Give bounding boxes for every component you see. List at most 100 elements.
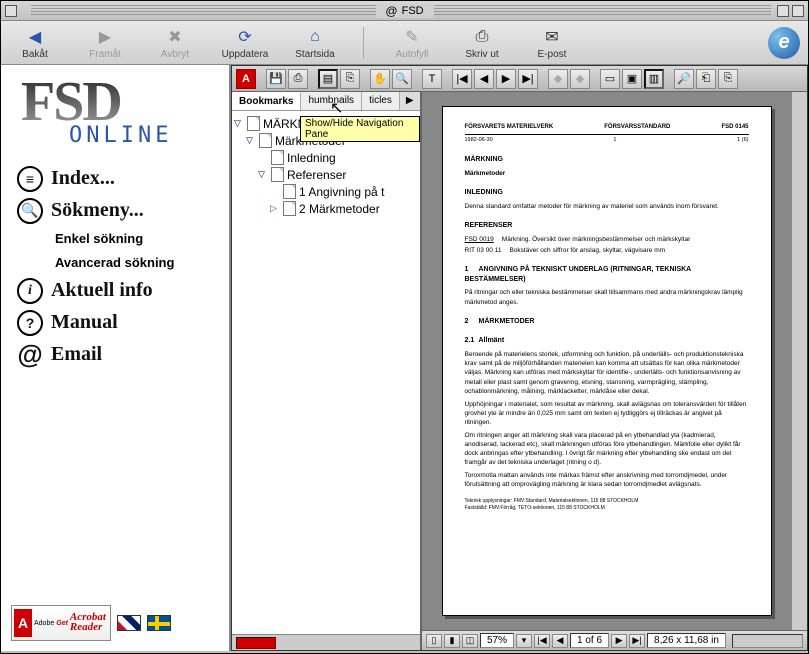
stop-icon: ✖ bbox=[164, 26, 186, 48]
prev-page-icon[interactable]: ◀ bbox=[474, 69, 494, 89]
history-fwd-icon[interactable]: ◆ bbox=[570, 69, 590, 89]
forward-button[interactable]: ▶ Framåt bbox=[79, 26, 131, 60]
stop-label: Avbryt bbox=[161, 49, 189, 60]
tree-toggle-icon[interactable]: ▽ bbox=[234, 118, 244, 129]
tab-articles[interactable]: ticles bbox=[362, 92, 400, 110]
autofill-button[interactable]: ✎ Autofyll bbox=[386, 26, 438, 60]
next-page-sb-icon[interactable]: ▶ bbox=[611, 634, 627, 648]
search-icon: 🔍 bbox=[17, 198, 43, 224]
search-icon[interactable]: ⎗ bbox=[696, 69, 716, 89]
next-page-icon[interactable]: ▶ bbox=[496, 69, 516, 89]
tab-thumbnails[interactable]: humbnails bbox=[301, 92, 362, 110]
actual-size-icon[interactable]: ▭ bbox=[600, 69, 620, 89]
sec-title: ANGIVNING PÅ TEKNISKT UNDERLAG (RITNINGA… bbox=[465, 266, 691, 283]
print-button[interactable]: ⎙ Skriv ut bbox=[456, 26, 508, 60]
doc-date: 1982-06-30 bbox=[465, 137, 493, 145]
doc-s21-p4: Toroxmotla mattan används inte märkas fr… bbox=[465, 471, 749, 489]
nav-manual[interactable]: ? Manual bbox=[17, 310, 213, 336]
document-scroll-area[interactable]: FÖRSVARETS MATERIELVERK FÖRSVARSSTANDARD… bbox=[422, 92, 791, 630]
sidebar-bottom: A Adobe Get Acrobat Reader bbox=[7, 601, 223, 645]
document-pane: FÖRSVARETS MATERIELVERK FÖRSVARSSTANDARD… bbox=[422, 92, 807, 650]
window-title-text: FSD bbox=[402, 5, 424, 17]
stop-button[interactable]: ✖ Avbryt bbox=[149, 26, 201, 60]
save-icon[interactable]: 💾 bbox=[266, 69, 286, 89]
mail-label: E-post bbox=[538, 49, 567, 60]
find-icon[interactable]: 🔎 bbox=[674, 69, 694, 89]
bookmark-item[interactable]: ▷ 2 Märkmetoder bbox=[234, 200, 418, 217]
doc-ref-text: Märkning. Översikt över märkningsbestämm… bbox=[502, 235, 691, 244]
bookmark-item[interactable]: 1 Angivning på t bbox=[234, 183, 418, 200]
window-close-box[interactable] bbox=[5, 5, 17, 17]
print-icon[interactable]: ⎙ bbox=[288, 69, 308, 89]
refresh-button[interactable]: ⟳ Uppdatera bbox=[219, 26, 271, 60]
back-icon: ◀ bbox=[24, 26, 46, 48]
tree-toggle-icon[interactable]: ▽ bbox=[246, 135, 256, 146]
doc-s1-p: På ritningar och eller tekniska bestämme… bbox=[465, 288, 749, 306]
page-field[interactable]: 1 of 6 bbox=[570, 633, 609, 648]
nav-search[interactable]: 🔍 Sökmeny... bbox=[17, 198, 213, 224]
mail-button[interactable]: ✉ E-post bbox=[526, 26, 578, 60]
nav-pane-toggle-icon[interactable]: ▤ bbox=[318, 69, 338, 89]
doc-s21-p1: Beroende på materielens storlek, utformn… bbox=[465, 350, 749, 395]
nav-email-label: Email bbox=[51, 343, 102, 366]
window-title: @ FSD bbox=[375, 4, 433, 18]
bookmark-page-icon bbox=[271, 167, 284, 182]
fsd-logo-main: FSD bbox=[21, 79, 209, 127]
first-page-sb-icon[interactable]: |◀ bbox=[534, 634, 550, 648]
vertical-scrollbar[interactable] bbox=[791, 92, 807, 630]
search-results-icon[interactable]: ⎘ bbox=[718, 69, 738, 89]
bookmark-item[interactable]: ▽ Referenser bbox=[234, 166, 418, 183]
back-button[interactable]: ◀ Bakåt bbox=[9, 26, 61, 60]
first-page-icon[interactable]: |◀ bbox=[452, 69, 472, 89]
bookmark-page-icon bbox=[259, 133, 272, 148]
nav-search-label: Sökmeny... bbox=[51, 199, 144, 222]
page-layout-icon[interactable]: ▯ bbox=[426, 634, 442, 648]
doc-ref-row: FSD 0019 Märkning. Översikt över märknin… bbox=[465, 235, 749, 244]
flag-uk-icon[interactable] bbox=[117, 615, 141, 631]
tab-scroll-icon[interactable]: ▶ bbox=[400, 92, 420, 110]
text-select-icon[interactable]: T bbox=[422, 69, 442, 89]
copy-icon[interactable]: ⎘ bbox=[340, 69, 360, 89]
nav-resize-handle[interactable] bbox=[236, 637, 276, 649]
acrobat-status-bar: ▯ ▮ ◫ 57% ▾ |◀ ◀ 1 of 6 ▶ ▶| 8,26 x 11,6… bbox=[422, 630, 807, 650]
info-icon: i bbox=[17, 278, 43, 304]
flag-sweden-icon[interactable] bbox=[147, 615, 171, 631]
adobe-logo-icon[interactable]: A bbox=[236, 69, 256, 89]
sec-num: 2 bbox=[465, 317, 479, 327]
acrobat-badge[interactable]: A Adobe Get Acrobat Reader bbox=[11, 605, 111, 641]
home-button[interactable]: ⌂ Startsida bbox=[289, 26, 341, 60]
page-layout-cont-icon[interactable]: ▮ bbox=[444, 634, 460, 648]
zoom-menu-icon[interactable]: ▾ bbox=[516, 634, 532, 648]
prev-page-sb-icon[interactable]: ◀ bbox=[552, 634, 568, 648]
hand-tool-icon[interactable]: ✋ bbox=[370, 69, 390, 89]
history-back-icon[interactable]: ◆ bbox=[548, 69, 568, 89]
sec-title: MÄRKMETODER bbox=[479, 318, 535, 325]
zoom-field[interactable]: 57% bbox=[480, 633, 514, 648]
page-layout-facing-icon[interactable]: ◫ bbox=[462, 634, 478, 648]
window-title-bar: @ FSD bbox=[1, 1, 808, 21]
forward-label: Framåt bbox=[89, 49, 121, 60]
last-page-sb-icon[interactable]: ▶| bbox=[629, 634, 645, 648]
fit-width-icon[interactable]: ▥ bbox=[644, 69, 664, 89]
zoom-tool-icon[interactable]: 🔍 bbox=[392, 69, 412, 89]
last-page-icon[interactable]: ▶| bbox=[518, 69, 538, 89]
adobe-text: Adobe bbox=[34, 620, 54, 627]
window-zoom-box[interactable] bbox=[777, 5, 789, 17]
nav-advanced-search[interactable]: Avancerad sökning bbox=[55, 254, 213, 272]
horizontal-scrollbar[interactable] bbox=[732, 634, 803, 648]
doc-subtitle: Märkmetoder bbox=[465, 169, 749, 178]
bookmark-item[interactable]: Inledning bbox=[234, 149, 418, 166]
refresh-icon: ⟳ bbox=[234, 26, 256, 48]
window-collapse-box[interactable] bbox=[792, 5, 804, 17]
tab-bookmarks[interactable]: Bookmarks bbox=[232, 92, 301, 110]
title-bar-texture bbox=[407, 5, 771, 17]
nav-index[interactable]: ≡ Index... bbox=[17, 166, 213, 192]
nav-aktuell[interactable]: i Aktuell info bbox=[17, 278, 213, 304]
fit-page-icon[interactable]: ▣ bbox=[622, 69, 642, 89]
tree-toggle-icon[interactable]: ▷ bbox=[270, 203, 280, 214]
tree-toggle-icon[interactable]: ▽ bbox=[258, 169, 268, 180]
nav-simple-search[interactable]: Enkel sökning bbox=[55, 230, 213, 248]
nav-email[interactable]: @ Email bbox=[17, 342, 213, 368]
window-controls bbox=[777, 5, 804, 17]
fsd-logo: FSD ONLINE bbox=[7, 71, 223, 158]
